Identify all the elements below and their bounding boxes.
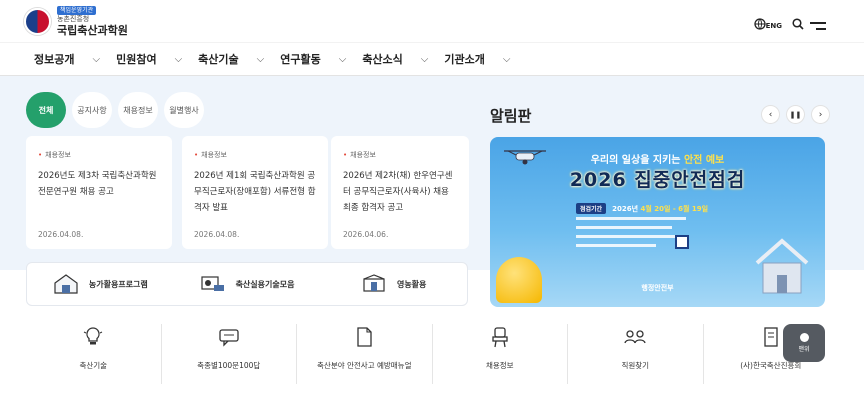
- chevron-down-icon: ⌵: [256, 53, 265, 65]
- card-title: 2026년 제1회 국립축산과학원 공무직근로자(장애포함) 서류전형 합격자 …: [194, 171, 316, 213]
- logo-ministry: 농촌진흥청: [57, 15, 90, 23]
- service-find-staff[interactable]: 직원찾기: [567, 324, 703, 384]
- lightbulb-icon: [83, 324, 103, 350]
- chat-bubble-icon: [218, 324, 240, 350]
- people-icon: [623, 324, 647, 350]
- quick-link-livestock-tech[interactable]: 축산실용기술모음: [174, 272, 321, 296]
- service-recruitment[interactable]: 채용정보: [431, 324, 568, 384]
- menu-icon[interactable]: [810, 22, 826, 34]
- service-label: 축산분야 안전사고 예방매뉴얼: [317, 361, 412, 370]
- service-label: 축종별100문100답: [197, 361, 261, 370]
- scroll-top-button[interactable]: 맨위: [783, 324, 825, 362]
- chevron-down-icon: ⌵: [502, 53, 511, 65]
- nav-label: 정보공개: [34, 53, 75, 66]
- service-livestock-tech[interactable]: 축산기술: [26, 324, 161, 384]
- card-title: 2026년도 제3차 국립축산과학원 전문연구원 채용 공고: [38, 171, 157, 197]
- quick-links-bar: 농가활용프로그램 축산실용기술모음 영농활용: [26, 262, 468, 306]
- quick-link-farming[interactable]: 영농활용: [320, 272, 467, 296]
- logo-name: 국립축산과학원: [57, 24, 128, 37]
- notice-card[interactable]: 채용정보 2026년 제2차(채) 한우연구센터 공무직근로자(사육사) 채용 …: [331, 136, 469, 249]
- language-label: ENG: [765, 22, 782, 30]
- board-controls: ‹ ❚❚ ›: [762, 106, 829, 123]
- notice-tabs: 전체 공지사항 채용정보 월별행사: [26, 92, 204, 128]
- banner-period-dates: 4월 20일 - 6월 19일: [640, 204, 709, 213]
- service-qa[interactable]: 축종별100문100답: [160, 324, 297, 384]
- banner-subtitle: 우리의 일상을 지키는 안전 예보: [490, 151, 825, 166]
- banner-period-value: 2026년 4월 20일 - 6월 19일: [612, 204, 708, 214]
- quick-link-label: 농가활용프로그램: [88, 279, 148, 289]
- banner-period-label: 점검기간: [576, 203, 607, 214]
- quick-link-farm-program[interactable]: 농가활용프로그램: [27, 272, 174, 296]
- search-icon[interactable]: [792, 18, 804, 30]
- nav-item-civil-participation[interactable]: 민원참여 ⌵: [116, 51, 182, 67]
- services-row: 축산기술 축종별100문100답 축산분야 안전사고 예방매뉴얼 채용정보 직원…: [26, 324, 838, 384]
- nav-item-info-disclosure[interactable]: 정보공개 ⌵: [34, 51, 100, 67]
- quick-link-label: 축산실용기술모음: [235, 279, 295, 289]
- banner-period-row: 점검기간 2026년 4월 20일 - 6월 19일: [576, 203, 708, 214]
- farm-house-icon: [53, 272, 79, 296]
- card-tag: 채용정보: [38, 150, 160, 160]
- nav-label: 축산소식: [362, 53, 403, 66]
- chevron-down-icon: ⌵: [420, 53, 429, 65]
- safety-helmet-icon: [496, 257, 542, 303]
- tab-all[interactable]: 전체: [26, 92, 66, 128]
- nav-label: 기관소개: [444, 53, 485, 66]
- nav-label: 민원참여: [116, 53, 157, 66]
- document-icon: [354, 324, 374, 350]
- service-label: 축산기술: [79, 361, 108, 370]
- prev-arrow-icon[interactable]: ‹: [762, 106, 779, 123]
- main-navigation: 정보공개 ⌵ 민원참여 ⌵ 축산기술 ⌵ 연구활동 ⌵ 축산소식 ⌵ 기관소개 ⌵: [0, 42, 864, 76]
- board-title: 알림판: [490, 107, 532, 125]
- card-date: 2026.04.06.: [343, 230, 389, 239]
- tab-notices[interactable]: 공지사항: [72, 92, 112, 128]
- scroll-top-label: 맨위: [798, 346, 810, 353]
- nav-item-livestock-tech[interactable]: 축산기술 ⌵: [198, 51, 264, 67]
- livestock-tech-icon: [200, 272, 226, 296]
- site-header: 책임운영기관 농촌진흥청 국립축산과학원 ENG: [0, 0, 864, 42]
- service-label: 직원찾기: [621, 361, 650, 370]
- tab-monthly-events[interactable]: 월별행사: [164, 92, 204, 128]
- card-date: 2026.04.08.: [194, 230, 240, 239]
- banner-period-prefix: 2026년: [612, 204, 641, 213]
- nav-label: 축산기술: [198, 53, 239, 66]
- chevron-down-icon: ⌵: [92, 53, 101, 65]
- card-date: 2026.04.08.: [38, 230, 84, 239]
- banner-title: 2026 집중안전점검: [569, 169, 746, 191]
- logo-text: 책임운영기관 농촌진흥청 국립축산과학원: [57, 6, 128, 37]
- tab-recruitment[interactable]: 채용정보: [118, 92, 158, 128]
- next-arrow-icon[interactable]: ›: [812, 106, 829, 123]
- card-title: 2026년 제2차(채) 한우연구센터 공무직근로자(사육사) 채용 최종 합격…: [343, 171, 453, 213]
- service-safety-manual[interactable]: 축산분야 안전사고 예방매뉴얼: [296, 324, 432, 384]
- pause-icon[interactable]: ❚❚: [787, 106, 804, 123]
- chevron-down-icon: ⌵: [338, 53, 347, 65]
- chevron-down-icon: ⌵: [174, 53, 183, 65]
- service-label: 채용정보: [485, 361, 514, 370]
- book-icon: [761, 324, 781, 350]
- globe-icon: [753, 18, 766, 30]
- nav-item-news[interactable]: 축산소식 ⌵: [362, 51, 428, 67]
- nav-label: 연구활동: [280, 53, 321, 66]
- top-icon: [799, 333, 809, 342]
- site-logo[interactable]: 책임운영기관 농촌진흥청 국립축산과학원: [24, 6, 128, 37]
- farming-icon: [361, 272, 387, 296]
- safety-inspection-banner[interactable]: 우리의 일상을 지키는 안전 예보 2026 집중안전점검 점검기간 2026년…: [490, 137, 825, 307]
- utility-bar: ENG: [753, 18, 804, 30]
- quick-link-label: 영농활용: [396, 279, 427, 289]
- card-tag: 채용정보: [343, 150, 457, 160]
- notice-card[interactable]: 채용정보 2026년 제1회 국립축산과학원 공무직근로자(장애포함) 서류전형…: [182, 136, 328, 249]
- notice-card[interactable]: 채용정보 2026년도 제3차 국립축산과학원 전문연구원 채용 공고 2026…: [26, 136, 172, 249]
- card-tag: 채용정보: [194, 150, 316, 160]
- chair-icon: [490, 324, 510, 350]
- banner-ministry: 행정안전부: [641, 284, 674, 292]
- logo-badge: 책임운영기관: [57, 6, 97, 15]
- nav-item-about[interactable]: 기관소개 ⌵: [444, 51, 510, 67]
- language-button[interactable]: ENG: [753, 18, 782, 30]
- qr-code-icon: [675, 235, 689, 249]
- nav-item-research[interactable]: 연구활동 ⌵: [280, 51, 346, 67]
- government-emblem-icon: [24, 8, 51, 35]
